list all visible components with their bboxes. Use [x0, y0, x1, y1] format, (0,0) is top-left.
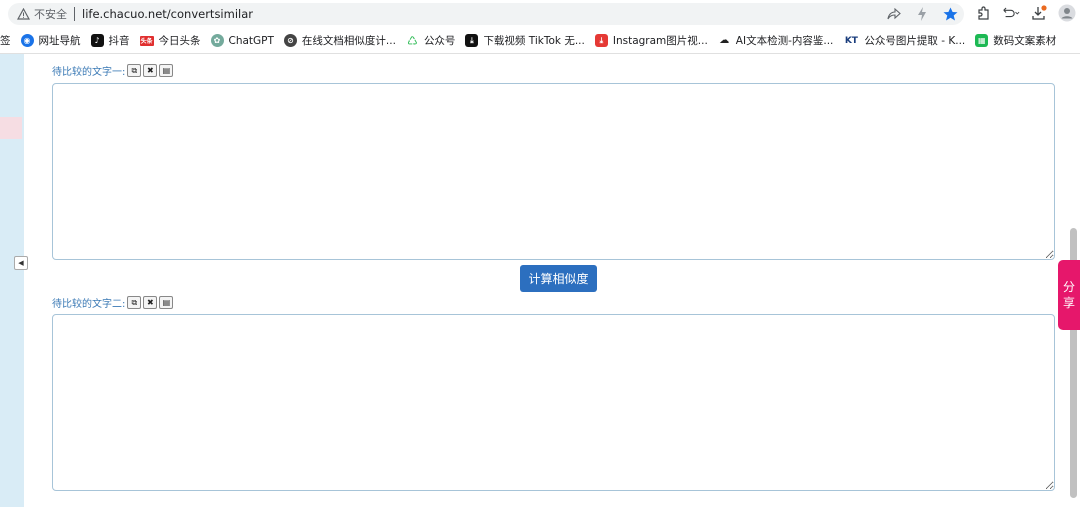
bookmark-ai-detect[interactable]: ☁ AI文本检测-内容鉴... — [713, 31, 839, 51]
collapse-sidebar-button[interactable]: ◀ — [14, 256, 28, 270]
clear-button[interactable]: ✖ — [143, 296, 158, 309]
share-arrow-icon[interactable] — [886, 6, 902, 22]
chatgpt-icon: ✿ — [210, 34, 224, 47]
bookmark-material[interactable]: ▦ 数码文案素材 — [970, 31, 1061, 51]
omnibox[interactable]: 不安全 life.chacuo.net/convertsimilar — [8, 3, 964, 25]
bookmark-label: AI文本检测-内容鉴... — [735, 35, 834, 47]
bookmark-partial[interactable]: 签 — [0, 31, 16, 51]
copy-icon: ⧉ — [131, 297, 138, 307]
calculate-similarity-button[interactable]: 计算相似度 — [520, 265, 597, 292]
extensions-icon[interactable] — [974, 4, 992, 22]
text2-label-row: 待比较的文字二: ⧉ ✖ ▤ — [52, 295, 174, 310]
history-dropdown-icon[interactable] — [1002, 4, 1020, 22]
bookmark-label: 下载视频 TikTok 无... — [483, 35, 585, 47]
tiktok-icon: ♪ — [90, 34, 104, 47]
bookmark-kt[interactable]: KT 公众号图片提取 - K... — [838, 31, 970, 51]
text1-input[interactable] — [52, 83, 1055, 260]
copy-button[interactable]: ⧉ — [127, 64, 142, 77]
bookmark-label: Instagram图片视... — [612, 35, 708, 47]
browser-actions — [974, 4, 1076, 22]
left-sidebar-strip — [0, 54, 24, 507]
close-icon: ✖ — [147, 66, 154, 75]
url-text[interactable]: life.chacuo.net/convertsimilar — [82, 7, 253, 21]
text2-label: 待比较的文字二: — [52, 299, 126, 310]
bookmarks-bar: 签 ◉ 网址导航 ♪ 抖音 头条 今日头条 ✿ ChatGPT ⊘ 在线文档相似… — [0, 28, 1080, 54]
instagram-download-icon: ⤓ — [594, 34, 608, 47]
bookmark-instagram[interactable]: ⤓ Instagram图片视... — [590, 31, 713, 51]
wechat-icon: ♺ — [405, 33, 419, 48]
lightning-icon[interactable] — [914, 6, 930, 22]
text1-label: 待比较的文字一: — [52, 67, 126, 78]
bookmark-label: 在线文档相似度计... — [301, 35, 396, 47]
insecure-label: 不安全 — [34, 8, 67, 21]
similarity-icon: ⊘ — [283, 34, 297, 47]
clear-button[interactable]: ✖ — [143, 64, 158, 77]
bookmark-label: 签 — [0, 35, 11, 47]
bookmark-label: 今日头条 — [158, 35, 201, 47]
share-label-1: 分 — [1062, 280, 1075, 294]
copy-icon: ⧉ — [131, 65, 138, 75]
caret-left-icon: ◀ — [18, 259, 24, 267]
bookmark-label: 抖音 — [108, 35, 130, 47]
ai-detect-icon: ☁ — [717, 34, 731, 47]
warning-triangle-icon[interactable] — [16, 7, 30, 21]
material-icon: ▦ — [975, 34, 989, 47]
bookmark-wechat[interactable]: ♺ 公众号 — [401, 31, 461, 51]
bookmark-nav[interactable]: ◉ 网址导航 — [16, 31, 86, 51]
text2-input[interactable] — [52, 314, 1055, 491]
bookmark-label: 公众号 — [423, 35, 456, 47]
paste-icon: ▤ — [162, 66, 171, 75]
share-tab[interactable]: 分 享 — [1058, 260, 1080, 330]
downloads-icon[interactable] — [1030, 4, 1048, 22]
bookmark-similarity[interactable]: ⊘ 在线文档相似度计... — [279, 31, 401, 51]
bookmark-label: ChatGPT — [228, 34, 274, 47]
text1-label-row: 待比较的文字一: ⧉ ✖ ▤ — [52, 63, 174, 78]
share-label-2: 享 — [1062, 296, 1075, 310]
browser-toolbar: 不安全 life.chacuo.net/convertsimilar — [0, 0, 1080, 28]
download-icon: ⤓ — [465, 34, 479, 47]
paste-icon: ▤ — [162, 298, 171, 307]
close-icon: ✖ — [147, 298, 154, 307]
bookmark-toutiao[interactable]: 头条 今日头条 — [135, 31, 206, 51]
bookmark-chatgpt[interactable]: ✿ ChatGPT — [206, 31, 279, 51]
bookmark-douyin[interactable]: ♪ 抖音 — [86, 31, 135, 51]
bookmark-label: 网址导航 — [38, 35, 81, 47]
omnibox-actions — [886, 6, 958, 22]
kt-icon: KT — [843, 34, 860, 47]
paste-button[interactable]: ▤ — [159, 64, 174, 77]
bookmark-label: 数码文案素材 — [993, 35, 1057, 47]
sidebar-highlight — [0, 117, 22, 139]
toutiao-icon: 头条 — [139, 35, 154, 46]
bookmark-label: 公众号图片提取 - K... — [864, 35, 966, 47]
star-icon[interactable] — [942, 6, 958, 22]
paste-button[interactable]: ▤ — [159, 296, 174, 309]
divider — [74, 7, 75, 21]
copy-button[interactable]: ⧉ — [127, 296, 142, 309]
bookmark-tiktok-download[interactable]: ⤓ 下载视频 TikTok 无... — [460, 31, 589, 51]
profile-avatar-icon[interactable] — [1058, 4, 1076, 22]
nav-icon: ◉ — [20, 34, 34, 47]
